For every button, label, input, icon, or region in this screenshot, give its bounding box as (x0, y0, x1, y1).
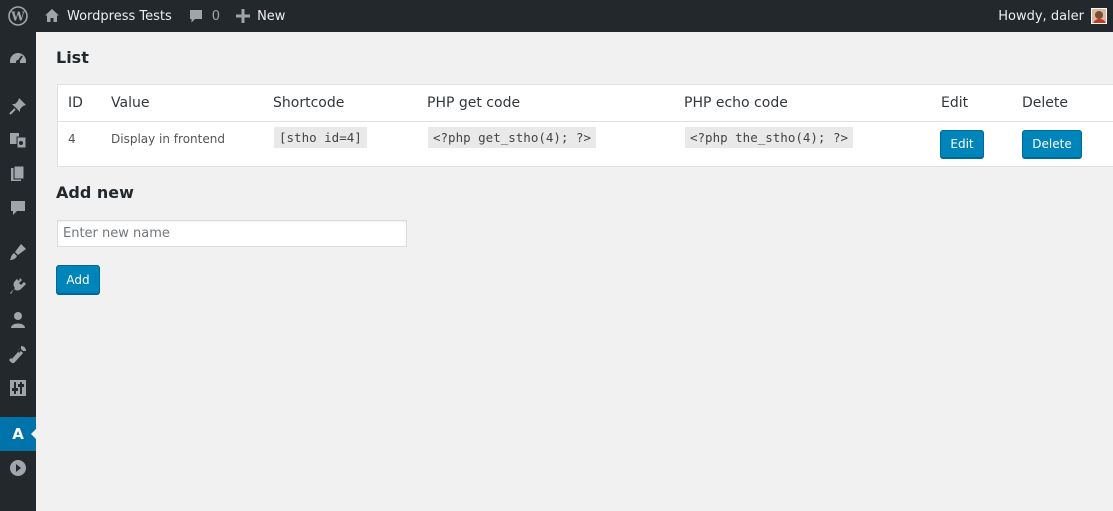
col-header-id: ID (68, 95, 83, 111)
menu-posts[interactable] (0, 89, 36, 123)
appearance-icon (10, 244, 26, 260)
col-header-php-echo: PHP echo code (684, 95, 788, 111)
comments-count: 0 (211, 8, 221, 24)
avatar (1091, 8, 1107, 24)
col-header-delete: Delete (1022, 95, 1068, 111)
cell-value: Display in frontend (111, 132, 225, 146)
menu-users[interactable] (0, 303, 36, 337)
list-heading: List (56, 48, 89, 67)
list-table: ID Value Shortcode PHP get code PHP echo… (57, 84, 1113, 167)
menu-settings[interactable] (0, 371, 36, 405)
shortcode-code: [stho id=4] (274, 127, 367, 148)
col-header-php-get: PHP get code (427, 95, 521, 111)
my-account-menu[interactable]: Howdy, daler (998, 0, 1113, 32)
menu-comments[interactable] (0, 191, 36, 225)
comments-link[interactable]: 0 (180, 0, 228, 32)
cell-shortcode: [stho id=4] (274, 127, 367, 148)
php-get-code: <?php get_stho(4); ?> (428, 127, 597, 148)
pages-icon (11, 165, 25, 181)
admin-sidebar: A (0, 32, 37, 511)
wordpress-logo-menu[interactable]: W (0, 0, 36, 32)
plugin-a-icon: A (12, 425, 24, 443)
cell-id: 4 (68, 132, 76, 146)
plugins-icon (10, 278, 26, 294)
howdy-text: Howdy, daler (998, 8, 1084, 24)
tools-icon (9, 346, 26, 363)
site-name: Wordpress Tests (67, 8, 172, 24)
header-divider (58, 121, 1113, 122)
home-icon (45, 9, 59, 22)
comments-icon (11, 201, 25, 215)
add-new-heading: Add new (56, 183, 134, 202)
collapse-icon (10, 460, 26, 476)
menu-media[interactable] (0, 123, 36, 157)
site-name-link[interactable]: Wordpress Tests (36, 0, 180, 32)
new-content-menu[interactable]: New (228, 0, 293, 32)
users-icon (11, 312, 25, 328)
posts-icon (9, 98, 26, 115)
edit-button[interactable]: Edit (940, 130, 984, 158)
wordpress-logo-icon: W (8, 6, 28, 26)
menu-pages[interactable] (0, 157, 36, 191)
col-header-value: Value (111, 95, 150, 111)
new-name-input[interactable] (57, 220, 407, 247)
collapse-menu[interactable] (0, 451, 36, 485)
admin-bar: W Wordpress Tests 0 New Howdy, daler (0, 0, 1113, 32)
plus-icon (236, 9, 251, 23)
col-header-edit: Edit (941, 95, 969, 111)
menu-plugin-a[interactable]: A (0, 417, 37, 451)
dashboard-icon (10, 53, 26, 64)
php-echo-code: <?php the_stho(4); ?> (685, 127, 854, 148)
add-button[interactable]: Add (56, 265, 100, 294)
svg-text:W: W (10, 10, 25, 24)
comment-bubble-icon (189, 10, 202, 23)
cell-php-echo: <?php the_stho(4); ?> (685, 127, 854, 148)
menu-tools[interactable] (0, 337, 36, 371)
menu-plugins[interactable] (0, 269, 36, 303)
menu-dashboard[interactable] (0, 43, 36, 77)
new-label: New (257, 8, 286, 24)
media-icon (10, 133, 27, 149)
settings-icon (10, 380, 26, 396)
delete-button[interactable]: Delete (1022, 130, 1082, 158)
cell-php-get: <?php get_stho(4); ?> (428, 127, 597, 148)
menu-appearance[interactable] (0, 235, 36, 269)
col-header-shortcode: Shortcode (273, 95, 345, 111)
